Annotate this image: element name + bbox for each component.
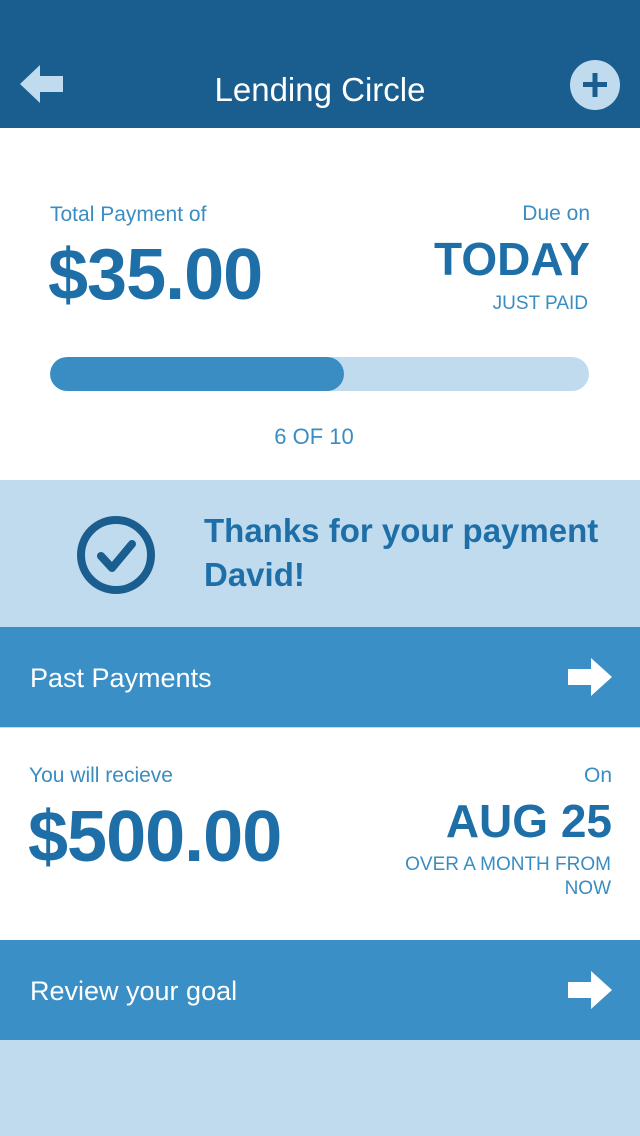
receive-label: You will recieve	[29, 764, 173, 787]
arrow-right-icon	[568, 658, 612, 696]
thanks-banner: Thanks for your payment David!	[0, 481, 640, 627]
thanks-message: Thanks for your payment David!	[204, 512, 599, 593]
add-button[interactable]	[570, 60, 620, 110]
total-payment-amount: $35.00	[48, 235, 263, 315]
receive-date: AUG 25	[445, 795, 612, 847]
review-goal-button[interactable]: Review your goal	[0, 940, 640, 1040]
page-title: Lending Circle	[214, 71, 426, 108]
arrow-right-icon	[568, 971, 612, 1009]
past-payments-button[interactable]: Past Payments	[0, 627, 640, 727]
check-circle-icon	[77, 516, 155, 594]
past-payments-label: Past Payments	[30, 663, 212, 693]
payment-progress-text: 6 OF 10	[274, 424, 354, 449]
due-label: Due on	[522, 202, 590, 225]
review-goal-label: Review your goal	[30, 976, 238, 1006]
payment-status: JUST PAID	[492, 293, 588, 314]
receive-on-label: On	[583, 764, 612, 787]
receive-amount: $500.00	[28, 797, 282, 877]
plus-circle-icon	[570, 60, 620, 110]
receive-card: You will recieve $500.00 On AUG 25 OVER …	[0, 728, 640, 940]
due-date-value: TODAY	[434, 233, 590, 285]
total-payment-label: Total Payment of	[50, 203, 207, 226]
payment-summary-card: Total Payment of $35.00 Due on TODAY JUS…	[0, 128, 640, 480]
receive-date-note: OVER A MONTH FROM NOW	[405, 854, 611, 899]
bottom-area	[0, 1040, 640, 1136]
payment-progress-fill	[50, 357, 344, 391]
header-bar: Lending Circle	[0, 0, 640, 128]
payment-progress-bar	[50, 357, 589, 391]
